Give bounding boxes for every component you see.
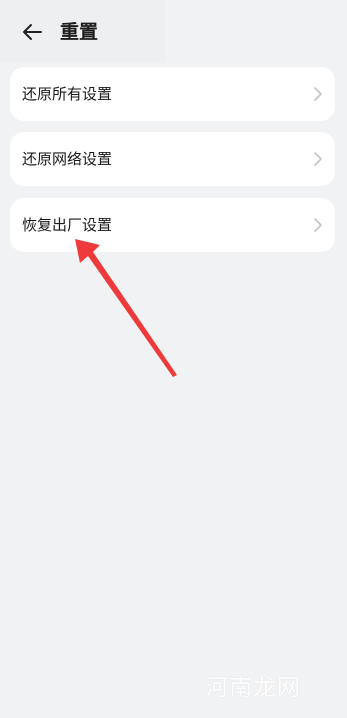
- chevron-right-icon: [314, 218, 322, 232]
- item-label: 还原所有设置: [22, 85, 113, 103]
- reset-network-settings-item[interactable]: 还原网络设置: [10, 132, 335, 186]
- chevron-right-icon: [314, 152, 322, 166]
- item-label: 恢复出厂设置: [22, 216, 113, 234]
- reset-all-settings-item[interactable]: 还原所有设置: [10, 67, 335, 121]
- factory-reset-item[interactable]: 恢复出厂设置: [10, 198, 335, 252]
- chevron-right-icon: [314, 87, 322, 101]
- back-arrow-icon: [23, 24, 42, 40]
- page-title: 重置: [60, 21, 99, 43]
- top-bar: 重置: [0, 0, 165, 62]
- item-label: 还原网络设置: [22, 150, 113, 168]
- watermark: 河南龙网: [205, 675, 301, 701]
- back-button[interactable]: [18, 18, 46, 46]
